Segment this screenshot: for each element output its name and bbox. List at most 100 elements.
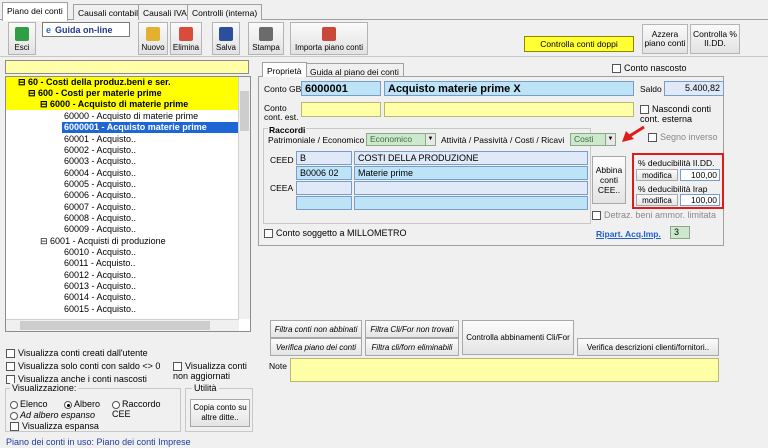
controlla-abbinamenti-button[interactable]: Controlla abbinamenti Cli/For — [462, 320, 574, 355]
utility-group: Utilità Copia conto su altre ditte.. — [185, 383, 253, 432]
tree-leaf[interactable]: 60013 - Acquisto.. — [6, 281, 136, 292]
view-tree-radio[interactable]: Albero — [64, 399, 100, 409]
filtra-clifor-button[interactable]: Filtra Cli/For non trovati — [365, 320, 459, 338]
tree-leaf[interactable]: 60000 - Acquisto di materie prime — [6, 111, 198, 122]
checkbox[interactable] — [173, 362, 182, 372]
scroll-thumb[interactable] — [240, 91, 249, 131]
check-pct-button[interactable]: Controlla % II.DD. — [690, 24, 740, 54]
reset-chart-button[interactable]: Azzera piano conti — [642, 24, 688, 54]
checkbox[interactable] — [6, 349, 15, 359]
detraz-option[interactable]: Detraz. beni ammor. limitata — [592, 210, 716, 221]
ceed-desc-field-2[interactable]: Materie prime — [354, 166, 588, 180]
checkbox[interactable] — [6, 362, 15, 372]
ded-iidd-field[interactable]: 100,00 — [680, 169, 720, 181]
hide-ext-option[interactable]: Nascondi conti cont. esterna — [640, 104, 726, 124]
tree-leaf[interactable]: 60014 - Acquisto.. — [6, 292, 136, 303]
ded-irap-field[interactable]: 100,00 — [680, 194, 720, 206]
view-list-radio[interactable]: Elenco — [10, 399, 48, 409]
copy-account-button[interactable]: Copia conto su altre ditte.. — [190, 399, 250, 427]
verifica-piano-button[interactable]: Verifica piano dei conti — [270, 338, 362, 356]
scroll-thumb[interactable] — [20, 321, 210, 330]
ceea-label: CEEA — [270, 183, 294, 193]
tree-leaf[interactable]: 60008 - Acquisto.. — [6, 213, 136, 224]
ceed-code-field[interactable]: B — [296, 151, 352, 165]
ceed-code-field-2[interactable]: B0006 02 — [296, 166, 352, 180]
exit-button[interactable]: Esci — [8, 22, 36, 55]
ceea-desc-field-2[interactable] — [354, 196, 588, 210]
abbina-cee-button[interactable]: Abbina conti CEE.. — [592, 156, 626, 204]
verifica-descrizioni-button[interactable]: Verifica descrizioni clienti/fornitori.. — [577, 338, 719, 356]
tab-causali-iva[interactable]: Causali IVA — [138, 4, 192, 20]
filtra-non-abbinati-button[interactable]: Filtra conti non abbinati — [270, 320, 362, 338]
tree-leaf-selected[interactable]: 6000001 - Acquisto materie prime — [62, 122, 239, 134]
tree-leaf[interactable]: 60007 - Acquisto.. — [6, 202, 136, 213]
tab-controlli[interactable]: Controlli (interna) — [187, 4, 263, 20]
tree-leaf[interactable]: 60010 - Acquisto.. — [6, 247, 136, 258]
balance-nonzero-option[interactable]: Visualizza solo conti con saldo <> 0 — [6, 361, 160, 372]
expanded-view-option[interactable]: Visualizza espansa — [10, 421, 99, 432]
tree-horizontal-scrollbar[interactable] — [6, 319, 239, 331]
tree-leaf[interactable]: 60004 - Acquisto.. — [6, 168, 136, 179]
tree-node[interactable]: ⊟ 60 - Costi della produz.beni e ser. — [6, 77, 239, 89]
segno-inverso-option[interactable]: Segno inverso — [648, 132, 718, 143]
conto-gb-desc-field[interactable]: Acquisto materie prime X — [384, 81, 634, 96]
expanded-tree-radio[interactable]: Ad albero espanso — [10, 410, 95, 420]
millimetro-option[interactable]: Conto soggetto a MILLOMETRO — [264, 228, 407, 239]
tree-node[interactable]: ⊟ 6000 - Acquisto di materie prime — [6, 99, 239, 111]
ripart-field[interactable]: 3 — [670, 226, 690, 239]
tree-leaf[interactable]: 60009 - Acquisto.. — [6, 224, 136, 235]
tree-leaf[interactable]: 60002 - Acquisto.. — [6, 145, 136, 156]
save-icon — [219, 27, 233, 41]
tree-node[interactable]: ⊟ 600 - Costi per materie prime — [6, 88, 239, 100]
tree-leaf[interactable]: 60003 - Acquisto.. — [6, 156, 136, 167]
tree-leaf[interactable]: 60011 - Acquisto.. — [6, 258, 135, 269]
filtra-eliminabili-button[interactable]: Filtra cli/forn eliminabili — [365, 338, 459, 356]
checkbox[interactable] — [612, 64, 621, 74]
guide-online-button[interactable]: e Guida on-line — [42, 22, 130, 37]
ceea-desc-field[interactable] — [354, 181, 588, 195]
ceed-label: CEED — [270, 155, 294, 165]
note-field[interactable] — [290, 358, 719, 382]
ceea-code-field-2[interactable] — [296, 196, 352, 210]
ripart-link[interactable]: Ripart. Acq.Imp. — [596, 229, 661, 239]
tab-piano-dei-conti[interactable]: Piano dei conti — [2, 2, 68, 21]
modifica-iidd-button[interactable]: modifica — [636, 169, 678, 181]
tree-vertical-scrollbar[interactable] — [238, 77, 250, 319]
attivita-label: Attività / Passività / Costi / Ricavi — [441, 135, 565, 145]
save-button[interactable]: Salva — [212, 22, 240, 55]
import-button[interactable]: Importa piano conti — [290, 22, 368, 55]
tree-leaf[interactable]: 60005 - Acquisto.. — [6, 179, 136, 190]
new-button[interactable]: Nuovo — [138, 22, 168, 55]
ded-iidd-label: % deducibilità II.DD. — [638, 158, 715, 168]
tab-guide[interactable]: Guida al piano dei conti — [305, 63, 404, 77]
checkbox[interactable] — [10, 422, 19, 432]
account-tree[interactable]: ⊟ 60 - Costi della produz.beni e ser. ⊟ … — [5, 76, 251, 332]
tree-node[interactable]: ⊟ 6001 - Acquisti di produzione — [6, 236, 166, 247]
print-button[interactable]: Stampa — [248, 22, 284, 55]
tree-leaf[interactable]: 60015 - Acquisto.. — [6, 304, 136, 315]
ext-desc-field[interactable] — [384, 102, 634, 117]
ceed-desc-field[interactable]: COSTI DELLA PRODUZIONE — [354, 151, 588, 165]
tab-properties[interactable]: Proprietà — [262, 62, 307, 77]
ceea-code-field[interactable] — [296, 181, 352, 195]
conto-gb-code-field[interactable]: 6000001 — [301, 81, 381, 96]
tree-leaf[interactable]: 60001 - Acquisto.. — [6, 134, 136, 145]
ext-code-field[interactable] — [301, 102, 381, 117]
patrimoniale-select[interactable]: Economico ▼ — [366, 133, 436, 146]
tree-leaf[interactable]: 60006 - Acquisto.. — [6, 190, 136, 201]
modifica-irap-button[interactable]: modifica — [636, 194, 678, 206]
tree-search-input[interactable] — [5, 60, 249, 74]
checkbox[interactable] — [592, 211, 601, 221]
tab-causali-contabili[interactable]: Causali contabili — [73, 4, 145, 20]
hidden-account-option[interactable]: Conto nascosto — [612, 63, 687, 74]
check-double-accounts-button[interactable]: Controlla conti doppi — [524, 36, 634, 52]
view-cee-radio[interactable]: Raccordo CEE — [112, 399, 180, 419]
checkbox[interactable] — [640, 105, 649, 115]
not-updated-option[interactable]: Visualizza conti non aggiornati — [173, 361, 253, 381]
attivita-select[interactable]: Costi ▼ — [570, 133, 616, 146]
checkbox[interactable] — [264, 229, 273, 239]
delete-button[interactable]: Elimina — [170, 22, 202, 55]
tab-bar: Piano dei conti Causali contabili Causal… — [0, 0, 768, 21]
tree-leaf[interactable]: 60012 - Acquisto.. — [6, 270, 136, 281]
user-created-option[interactable]: Visualizza conti creati dall'utente — [6, 348, 148, 359]
